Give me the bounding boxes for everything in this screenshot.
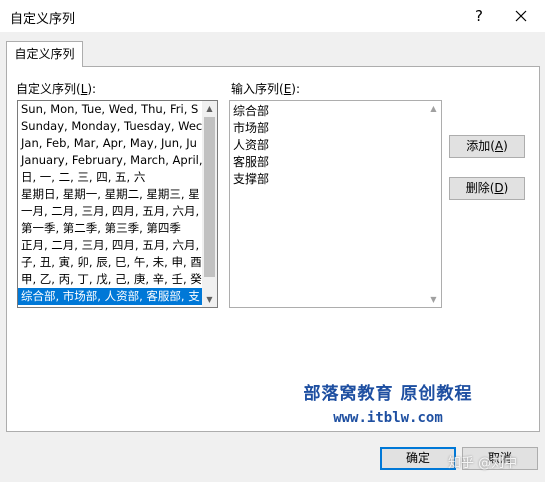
ok-button[interactable]: 确定: [380, 447, 456, 470]
list-items: Sun, Mon, Tue, Wed, Thu, Fri, S Sunday, M…: [18, 101, 203, 307]
entries-text: 综合部市场部人资部客服部支撑部: [233, 103, 269, 188]
close-icon: [515, 10, 527, 22]
list-item[interactable]: 正月, 二月, 三月, 四月, 五月, 六月,: [18, 237, 203, 254]
list-item[interactable]: 星期日, 星期一, 星期二, 星期三, 星: [18, 186, 203, 203]
list-item[interactable]: 综合部, 市场部, 人资部, 客服部, 支: [18, 288, 203, 305]
entry-line: 综合部: [233, 104, 270, 118]
list-item[interactable]: January, February, March, April,: [18, 152, 203, 169]
list-item[interactable]: 日, 一, 二, 三, 四, 五, 六: [18, 169, 203, 186]
scroll-thumb[interactable]: [204, 117, 215, 277]
scroll-down-icon[interactable]: ▼: [202, 292, 217, 307]
list-item[interactable]: 甲, 乙, 丙, 丁, 戊, 己, 庚, 辛, 壬, 癸: [18, 271, 203, 288]
scroll-up-icon[interactable]: ▲: [426, 101, 441, 116]
tab-panel: 自定义序列(L): 输入序列(E): Sun, Mon, Tue, Wed, T…: [6, 66, 540, 432]
entry-line: 支撑部: [233, 172, 270, 186]
list-item[interactable]: Jan, Feb, Mar, Apr, May, Jun, Ju: [18, 135, 203, 152]
scroll-down-icon[interactable]: ▼: [426, 292, 441, 307]
help-button[interactable]: ?: [467, 4, 491, 28]
delete-button[interactable]: 删除(D): [449, 177, 525, 200]
watermark-line1: 部落窝教育 原创教程: [303, 384, 473, 404]
list-item[interactable]: Sun, Mon, Tue, Wed, Thu, Fri, S: [18, 101, 203, 118]
scroll-up-icon[interactable]: ▲: [202, 101, 217, 116]
cancel-button[interactable]: 取消: [462, 447, 538, 470]
add-button[interactable]: 添加(A): [449, 135, 525, 158]
list-scrollbar[interactable]: ▲ ▼: [202, 101, 217, 307]
entry-line: 客服部: [233, 155, 270, 169]
list-entries-label: 输入序列(E):: [231, 82, 301, 96]
list-item[interactable]: Sunday, Monday, Tuesday, Wec: [18, 118, 203, 135]
list-item[interactable]: 第一季, 第二季, 第三季, 第四季: [18, 220, 203, 237]
list-item[interactable]: 一月, 二月, 三月, 四月, 五月, 六月,: [18, 203, 203, 220]
close-button[interactable]: [506, 4, 536, 28]
entry-line: 人资部: [233, 138, 270, 152]
custom-lists-listbox[interactable]: Sun, Mon, Tue, Wed, Thu, Fri, S Sunday, M…: [17, 100, 218, 308]
list-item[interactable]: 子, 丑, 寅, 卯, 辰, 巳, 午, 未, 申, 酉: [18, 254, 203, 271]
window-title: 自定义序列: [10, 12, 76, 27]
entries-scrollbar[interactable]: ▲ ▼: [426, 101, 441, 307]
watermark-url: www.itblw.com: [333, 410, 443, 426]
dialog-body: 自定义序列 自定义序列(L): 输入序列(E): Sun, Mon, Tue, …: [0, 32, 545, 482]
custom-lists-label: 自定义序列(L):: [16, 82, 97, 96]
title-bar: 自定义序列 ?: [0, 0, 545, 32]
tab-custom-lists[interactable]: 自定义序列: [6, 41, 83, 67]
watermark: 部落窝教育 原创教程 www.itblw.com: [293, 379, 483, 426]
list-entries-textbox[interactable]: 综合部市场部人资部客服部支撑部 ▲ ▼: [229, 100, 442, 308]
entry-line: 市场部: [233, 121, 270, 135]
